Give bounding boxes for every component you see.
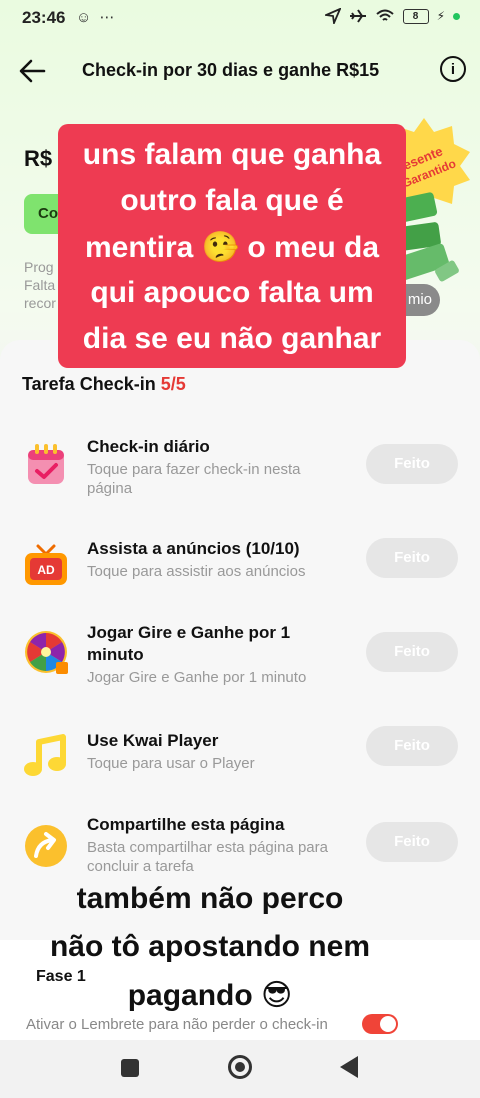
task-daily-checkin: Check-in diário Toque para fazer check-i…	[0, 436, 480, 516]
task-done-button[interactable]: Feito	[366, 632, 458, 672]
task-description: Toque para usar o Player	[87, 755, 255, 772]
task-kwai-player: Use Kwai Player Toque para usar o Player…	[0, 726, 480, 810]
task-done-button[interactable]: Feito	[366, 822, 458, 862]
caption-line: uns falam que ganha	[82, 138, 382, 171]
calendar-icon	[28, 444, 64, 484]
task-watch-ads: AD Assista a anúncios (10/10) Toque para…	[0, 538, 480, 618]
task-spin-wheel: Jogar Gire e Ganhe por 1 minuto Jogar Gi…	[0, 622, 480, 702]
caption-line: outro fala que é	[120, 184, 344, 217]
caption-line: também não perco	[76, 882, 344, 915]
status-bar: 23:46 ☺ ⋯ 8 ⚡	[0, 0, 480, 36]
prize-pill-label: mio	[407, 291, 432, 308]
task-done-button[interactable]: Feito	[366, 726, 458, 766]
tasks-section-title: Tarefa Check-in 5/5	[22, 374, 186, 395]
caption-overlay-top: uns falam que ganha outro fala que é men…	[58, 124, 406, 368]
task-name: Compartilhe esta página	[87, 815, 285, 834]
task-done-button[interactable]: Feito	[366, 538, 458, 578]
task-name: Assista a anúncios (10/10)	[87, 539, 300, 558]
battery-icon: 8	[402, 8, 429, 24]
tv-ad-icon: AD	[25, 544, 67, 585]
reminder-text: Ativar o Lembrete para não perder o chec…	[26, 1016, 328, 1033]
task-done-button[interactable]: Feito	[366, 444, 458, 484]
prize-wheel-icon	[25, 631, 68, 674]
home-button[interactable]	[228, 1055, 252, 1079]
checkin-button-label: Co	[38, 205, 58, 222]
task-name: Check-in diário	[87, 437, 210, 456]
reward-amount: R$	[24, 146, 53, 171]
caption-line: mentira 🤥 o meu da	[84, 231, 380, 264]
back-arrow-icon	[19, 59, 46, 83]
notification-icons: ☺ ⋯	[76, 9, 117, 26]
status-icons: 8 ⚡	[324, 8, 460, 24]
tasks-title: Tarefa Check-in	[22, 374, 156, 394]
caption-line: qui apouco falta um	[90, 276, 374, 309]
task-description: Toque para fazer check-in nesta página	[87, 461, 301, 497]
info-button[interactable]: i	[440, 56, 466, 82]
airplane-icon	[349, 9, 366, 23]
header: Check-in por 30 dias e ganhe R$15 i	[0, 48, 480, 92]
task-description: Jogar Gire e Ganhe por 1 minuto	[87, 669, 307, 686]
back-button[interactable]	[16, 54, 50, 88]
status-time: 23:46	[22, 8, 66, 27]
svg-text:AD: AD	[37, 563, 55, 577]
share-arrow-icon	[25, 825, 67, 867]
back-nav-button[interactable]	[340, 1056, 358, 1078]
task-name: Jogar Gire e Ganhe por 1 minuto	[87, 623, 291, 664]
wifi-icon	[375, 9, 394, 21]
caption-overlay-bottom: também não perco não tô apostando nem pa…	[0, 878, 420, 1018]
location-icon	[324, 8, 341, 24]
caption-line: dia se eu não ganhar	[82, 322, 382, 355]
task-name: Use Kwai Player	[87, 731, 219, 750]
task-description: Toque para assistir aos anúncios	[87, 563, 306, 580]
charging-icon: ⚡	[436, 9, 445, 23]
music-note-icon	[24, 734, 66, 776]
recent-apps-button[interactable]	[121, 1059, 139, 1077]
caption-line: pagando 😎	[127, 979, 293, 1012]
caption-line: não tô apostando nem	[49, 930, 370, 963]
page-title: Check-in por 30 dias e ganhe R$15	[82, 60, 380, 80]
task-description: Basta compartilhar esta página para conc…	[87, 839, 328, 875]
info-icon: i	[450, 60, 456, 78]
active-dot	[453, 12, 460, 20]
tasks-count: 5/5	[160, 374, 186, 394]
system-navbar	[0, 1040, 480, 1098]
